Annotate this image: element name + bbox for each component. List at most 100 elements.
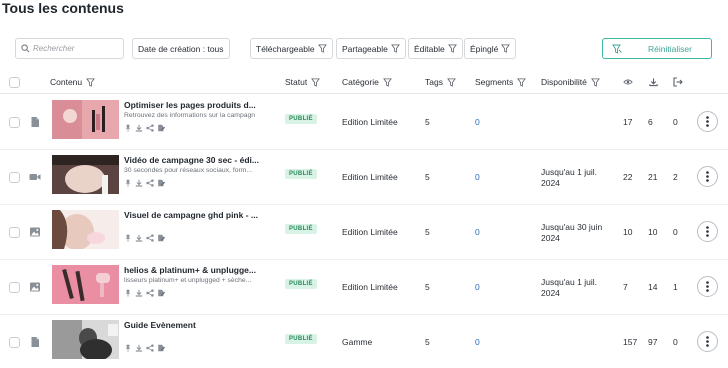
video-icon — [29, 170, 41, 182]
col-segments[interactable]: Segments — [475, 77, 527, 87]
shareable-filter[interactable]: Partageable — [336, 38, 406, 59]
content-actions — [124, 344, 165, 352]
more-actions-button[interactable] — [697, 276, 718, 297]
downloads-cell: 97 — [648, 337, 658, 347]
content-actions — [124, 179, 165, 187]
funnel-icon[interactable] — [311, 77, 321, 87]
row-checkbox[interactable] — [9, 172, 20, 183]
funnel-icon[interactable] — [86, 77, 96, 87]
segments-cell[interactable]: 0 — [475, 172, 480, 182]
content-title[interactable]: Visuel de campagne ghd pink - ... — [124, 210, 264, 220]
funnel-icon — [390, 44, 400, 53]
table-row[interactable]: Visuel de campagne ghd pink - ... PUBLIÉ E… — [0, 205, 728, 260]
share-icon[interactable] — [146, 289, 154, 297]
row-checkbox[interactable] — [9, 227, 20, 238]
search-input[interactable] — [33, 41, 121, 56]
table-header: Contenu Statut Catégorie Tags Segments D… — [0, 70, 728, 94]
editable-filter[interactable]: Éditable — [408, 38, 463, 59]
funnel-icon[interactable] — [382, 77, 392, 87]
edit-icon[interactable] — [157, 344, 165, 352]
select-all-checkbox[interactable] — [9, 77, 20, 88]
row-checkbox[interactable] — [9, 282, 20, 293]
more-actions-button[interactable] — [697, 166, 718, 187]
segments-cell[interactable]: 0 — [475, 282, 480, 292]
funnel-icon[interactable] — [517, 77, 527, 87]
availability-line-2: 2024 — [541, 288, 560, 298]
edit-icon[interactable] — [157, 289, 165, 297]
status-badge: PUBLIÉ — [285, 334, 317, 344]
col-tags[interactable]: Tags — [425, 77, 456, 87]
content-description: lisseurs platinum+ et unplugged + sèche.… — [124, 277, 252, 284]
content-thumbnail[interactable] — [52, 100, 119, 139]
more-actions-button[interactable] — [697, 111, 718, 132]
funnel-icon[interactable] — [590, 77, 600, 87]
content-title[interactable]: Guide Evènement — [124, 320, 264, 330]
share-icon[interactable] — [146, 344, 154, 352]
search-icon — [21, 44, 30, 53]
edit-icon[interactable] — [157, 179, 165, 187]
category-cell: Gamme — [342, 337, 373, 347]
col-availability[interactable]: Disponibilité — [541, 77, 600, 87]
category-cell: Edition Limitée — [342, 172, 398, 182]
segments-cell[interactable]: 0 — [475, 117, 480, 127]
table-row[interactable]: Optimiser les pages produits d... Retrouv… — [0, 95, 728, 150]
row-checkbox[interactable] — [9, 337, 20, 348]
edit-icon[interactable] — [157, 124, 165, 132]
download-icon[interactable] — [135, 289, 143, 297]
more-vertical-icon — [706, 116, 709, 127]
tags-cell: 5 — [425, 117, 430, 127]
edit-icon[interactable] — [157, 234, 165, 242]
segments-cell[interactable]: 0 — [475, 337, 480, 347]
views-cell: 17 — [623, 117, 633, 127]
pin-icon[interactable] — [124, 289, 132, 297]
row-checkbox[interactable] — [9, 117, 20, 128]
content-thumbnail[interactable] — [52, 265, 119, 304]
segments-cell[interactable]: 0 — [475, 227, 480, 237]
col-category[interactable]: Catégorie — [342, 77, 392, 87]
document-icon — [29, 335, 41, 347]
reset-button[interactable]: Réinitialiser — [602, 38, 712, 59]
availability-line-2: 2024 — [541, 178, 560, 188]
download-icon[interactable] — [135, 124, 143, 132]
download-icon[interactable] — [135, 179, 143, 187]
pin-icon[interactable] — [124, 179, 132, 187]
content-thumbnail[interactable] — [52, 155, 119, 194]
content-title[interactable]: Vidéo de campagne 30 sec - édi... — [124, 155, 264, 165]
funnel-icon — [317, 44, 327, 53]
tags-cell: 5 — [425, 337, 430, 347]
document-icon — [29, 115, 41, 127]
table-row[interactable]: helios & platinum+ & unplugge... lisseurs… — [0, 260, 728, 315]
pin-icon[interactable] — [124, 124, 132, 132]
download-icon[interactable] — [135, 234, 143, 242]
funnel-icon[interactable] — [447, 77, 456, 87]
share-icon[interactable] — [146, 179, 154, 187]
more-actions-button[interactable] — [697, 221, 718, 242]
more-actions-button[interactable] — [697, 331, 718, 352]
editable-label: Éditable — [414, 43, 445, 54]
page-title: Tous les contenus — [2, 0, 124, 16]
search-box[interactable] — [15, 38, 124, 59]
downloads-cell: 6 — [648, 117, 653, 127]
pin-icon[interactable] — [124, 344, 132, 352]
tags-cell: 5 — [425, 172, 430, 182]
content-title[interactable]: Optimiser les pages produits d... — [124, 100, 264, 110]
col-status[interactable]: Statut — [285, 77, 321, 87]
pinned-filter[interactable]: Épinglé — [464, 38, 517, 59]
download-icon[interactable] — [135, 344, 143, 352]
category-cell: Edition Limitée — [342, 117, 398, 127]
content-title[interactable]: helios & platinum+ & unplugge... — [124, 265, 264, 275]
table-row[interactable]: Vidéo de campagne 30 sec - édi... 30 seco… — [0, 150, 728, 205]
share-out-icon — [673, 77, 683, 87]
pin-icon[interactable] — [124, 234, 132, 242]
availability-line-1: Jusqu'au 1 juil. — [541, 167, 597, 177]
creation-date-filter[interactable]: Date de création : tous — [132, 38, 230, 59]
shares-cell: 0 — [673, 227, 678, 237]
table-row[interactable]: Guide Evènement PUBLIÉ Gamme 5 0 157 97 0 — [0, 315, 728, 368]
content-thumbnail[interactable] — [52, 210, 119, 249]
reset-label: Réinitialiser — [648, 43, 692, 54]
share-icon[interactable] — [146, 124, 154, 132]
col-content[interactable]: Contenu — [50, 77, 96, 87]
downloadable-filter[interactable]: Téléchargeable — [250, 38, 333, 59]
share-icon[interactable] — [146, 234, 154, 242]
content-thumbnail[interactable] — [52, 320, 119, 359]
